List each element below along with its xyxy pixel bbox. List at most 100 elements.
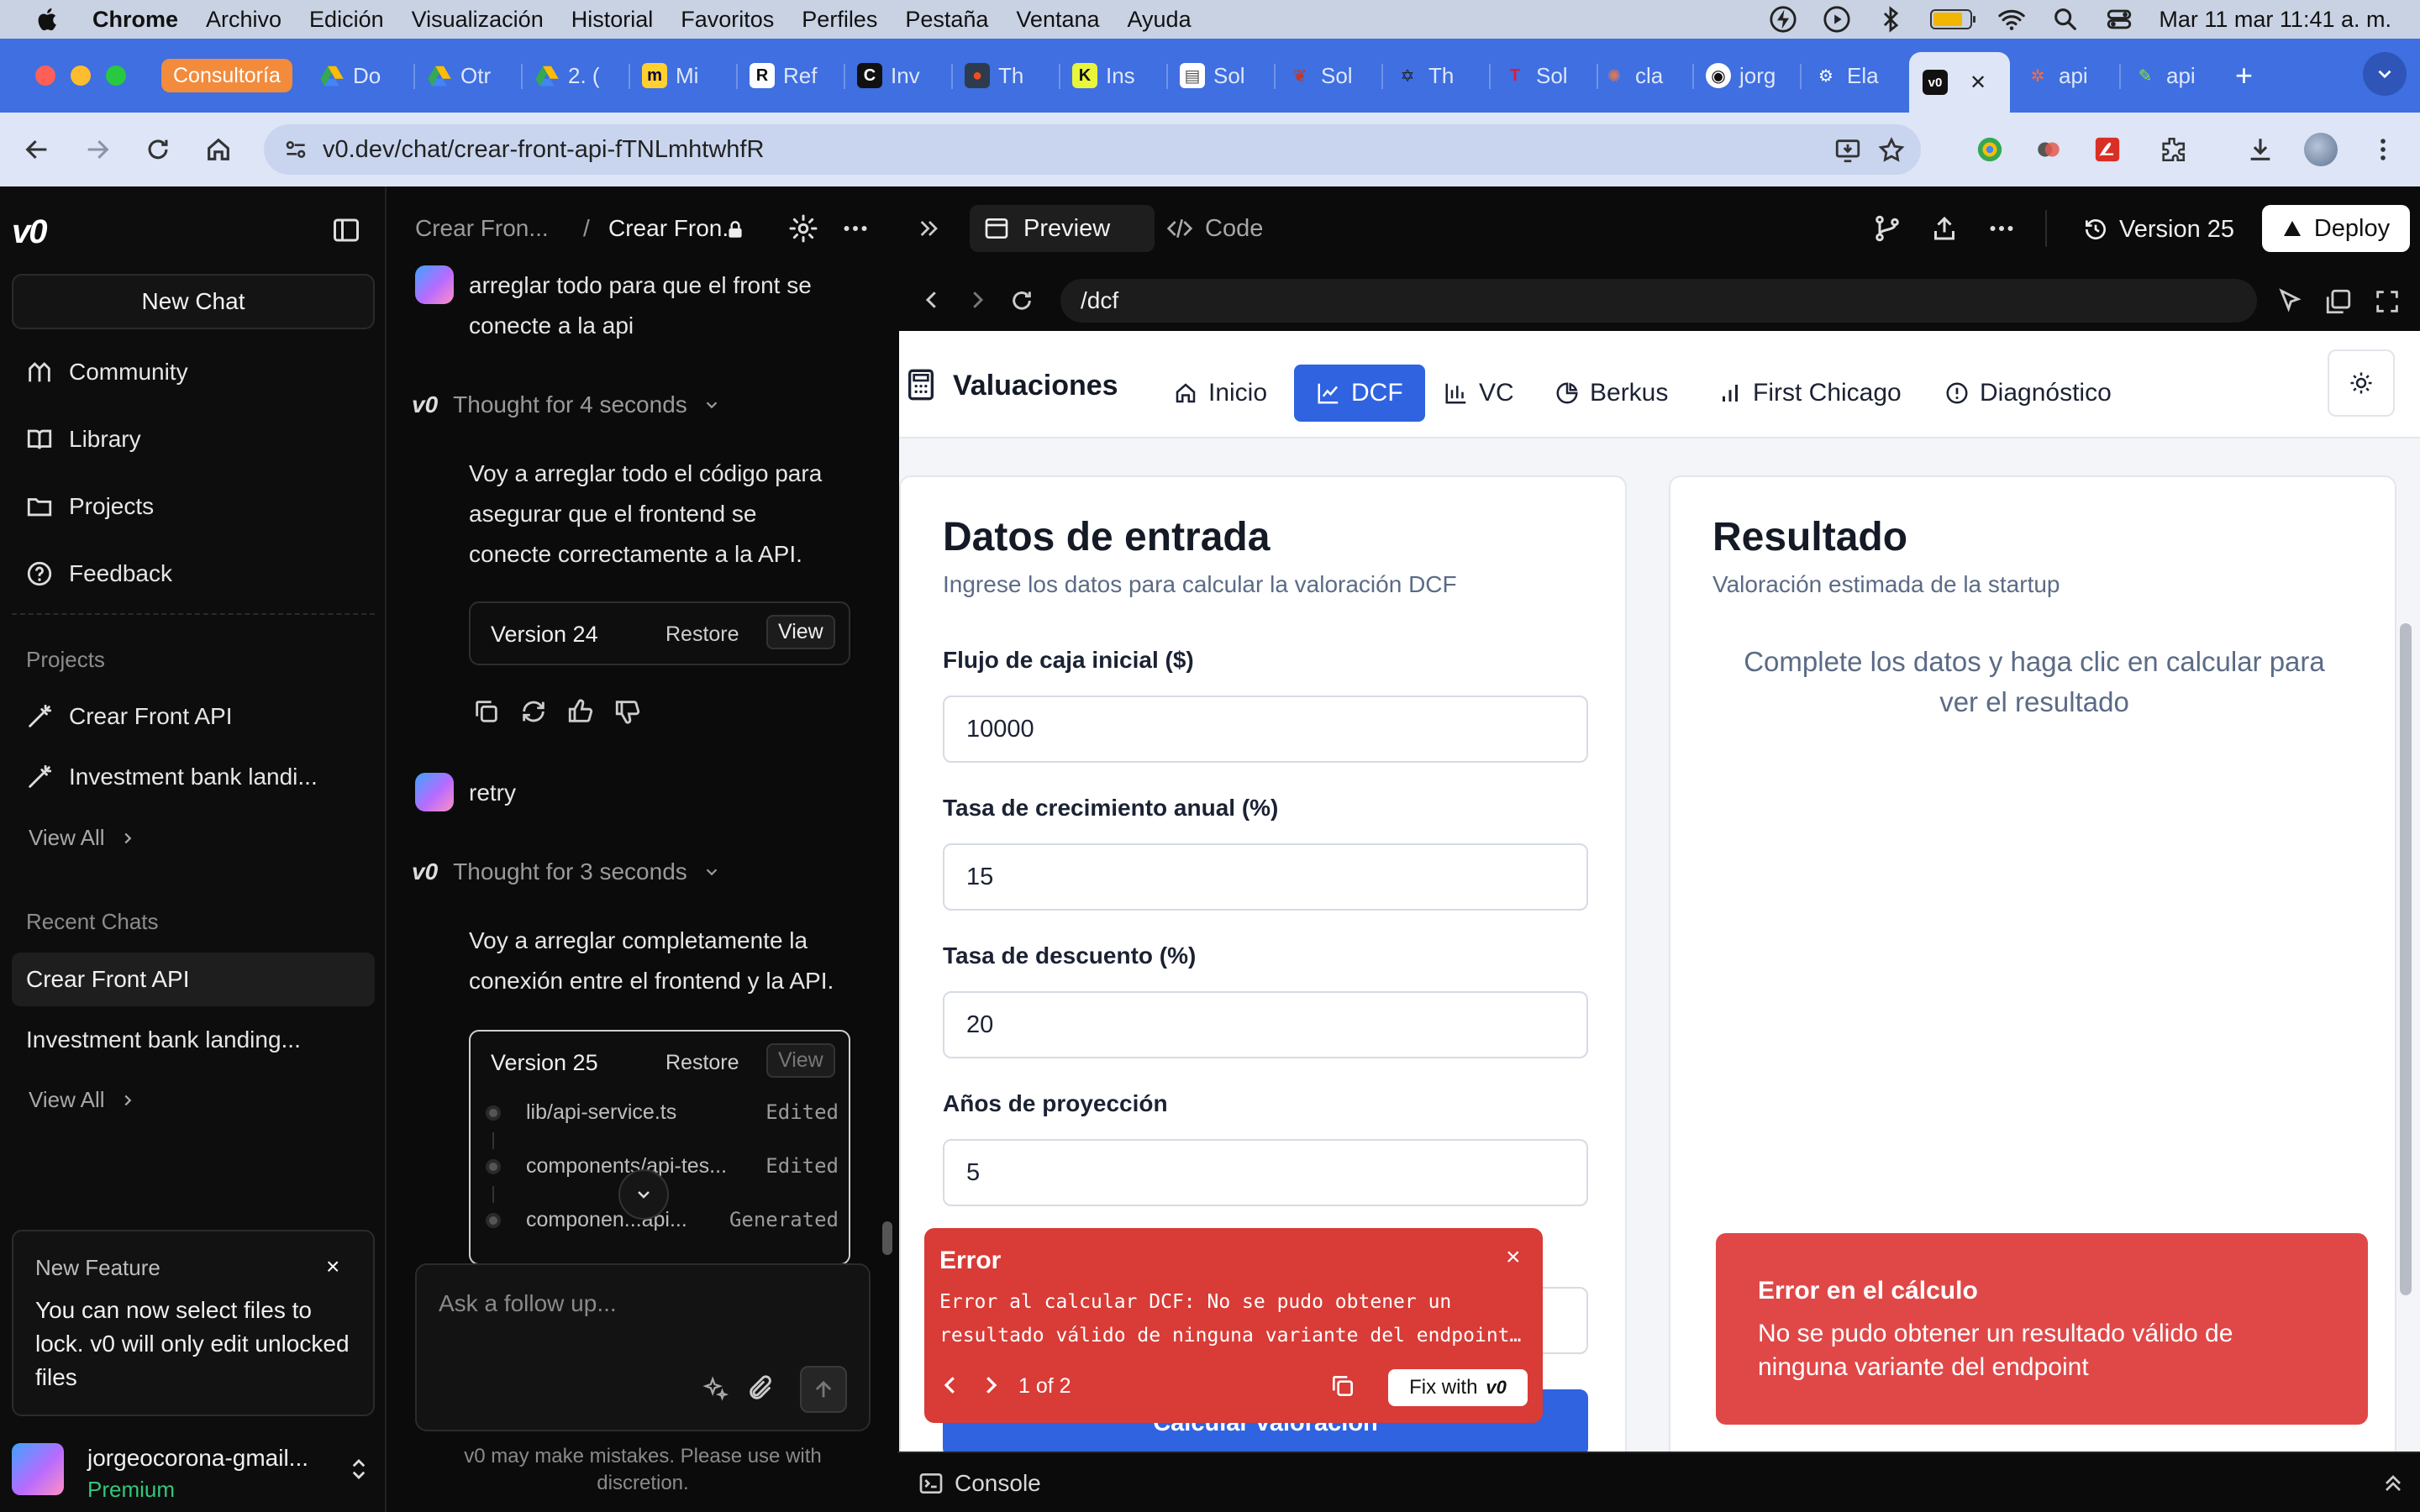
menu-pestana[interactable]: Pestaña	[905, 7, 988, 33]
sidebar-item-library[interactable]: Library	[25, 425, 141, 454]
chat-input-box[interactable]: Ask a follow up...	[415, 1263, 871, 1431]
projects-view-all-link[interactable]: View All	[29, 825, 137, 851]
tab-drive-2[interactable]: Otr	[427, 52, 511, 99]
tab-miro[interactable]: m Mi	[642, 52, 726, 99]
downloads-icon[interactable]	[2242, 131, 2279, 168]
menubar-clock[interactable]: Mar 11 mar 11:41 a. m.	[2159, 7, 2391, 33]
site-nav-berkus[interactable]: Berkus	[1555, 365, 1668, 422]
chat-input-placeholder[interactable]: Ask a follow up...	[439, 1290, 617, 1317]
window-minimize-button[interactable]	[71, 66, 91, 86]
tab-th-1[interactable]: ● Th	[965, 52, 1049, 99]
expand-console-icon[interactable]	[2380, 1470, 2407, 1497]
control-center-icon[interactable]	[2105, 5, 2133, 34]
new-chat-button[interactable]: New Chat	[12, 274, 375, 329]
settings-gear-icon[interactable]	[788, 213, 818, 244]
more-options-icon[interactable]	[1986, 213, 2017, 244]
collapse-chevrons-icon[interactable]	[916, 215, 943, 242]
view-button[interactable]: View	[766, 615, 835, 649]
tab-api-2[interactable]: ✎ api	[2133, 52, 2217, 99]
git-branch-icon[interactable]	[1872, 213, 1902, 244]
new-tab-button[interactable]: +	[2235, 52, 2277, 99]
fullscreen-icon[interactable]	[2373, 287, 2402, 316]
regenerate-icon[interactable]	[519, 697, 548, 726]
bolt-status-icon[interactable]	[1769, 5, 1797, 34]
user-name[interactable]: jorgeocorona-gmail...	[87, 1445, 308, 1472]
sidebar-item-projects[interactable]: Projects	[25, 492, 154, 521]
project-item-crear-front-api[interactable]: Crear Front API	[25, 702, 233, 731]
back-button[interactable]	[17, 129, 57, 170]
tab-drive-3[interactable]: 2. (	[534, 52, 618, 99]
window-close-button[interactable]	[35, 66, 55, 86]
cash-flow-input[interactable]: 10000	[943, 696, 1588, 763]
version-history-button[interactable]: Version 25	[2082, 208, 2234, 250]
theme-toggle-button[interactable]	[2328, 349, 2395, 417]
site-brand[interactable]: Valuaciones	[953, 370, 1118, 402]
tab-preview[interactable]: Preview	[970, 205, 1155, 252]
menu-historial[interactable]: Historial	[571, 7, 654, 33]
sidebar-item-feedback[interactable]: Feedback	[25, 559, 172, 588]
site-nav-first-chicago[interactable]: First Chicago	[1718, 365, 1902, 422]
view-button[interactable]: View	[766, 1043, 835, 1078]
spotlight-search-icon[interactable]	[2051, 5, 2080, 34]
error-prev-icon[interactable]	[938, 1373, 963, 1398]
site-nav-dcf[interactable]: DCF	[1294, 365, 1425, 422]
reload-button[interactable]	[138, 129, 178, 170]
menu-archivo[interactable]: Archivo	[206, 7, 281, 33]
site-nav-vc[interactable]: VC	[1444, 365, 1514, 422]
tab-elastic[interactable]: ⚙ Ela	[1813, 52, 1897, 99]
extension-pdf-icon[interactable]	[2089, 131, 2126, 168]
element-select-icon[interactable]	[2275, 287, 2304, 316]
error-next-icon[interactable]	[978, 1373, 1003, 1398]
extensions-puzzle-icon[interactable]	[2154, 131, 2191, 168]
share-upload-icon[interactable]	[1929, 213, 1960, 244]
recent-chat-active[interactable]: Crear Front API	[12, 953, 375, 1006]
v0-logo[interactable]: v0	[12, 213, 47, 251]
thumbs-up-icon[interactable]	[566, 697, 595, 726]
project-item-investment-bank[interactable]: Investment bank landi...	[25, 763, 318, 791]
chrome-menu-icon[interactable]	[2365, 131, 2402, 168]
growth-rate-input[interactable]: 15	[943, 843, 1588, 911]
site-nav-inicio[interactable]: Inicio	[1173, 365, 1267, 422]
tab-search-button[interactable]	[2363, 52, 2407, 96]
version-card-25[interactable]: Version 25 Restore View lib/api-service.…	[469, 1030, 850, 1265]
fix-with-v0-button[interactable]: Fix with v0	[1388, 1369, 1528, 1406]
bluetooth-icon[interactable]	[1876, 5, 1905, 34]
menu-perfiles[interactable]: Perfiles	[802, 7, 877, 33]
feature-close-icon[interactable]: ×	[326, 1253, 339, 1280]
home-button[interactable]	[198, 129, 239, 170]
menu-app-chrome[interactable]: Chrome	[92, 7, 178, 33]
tab-ref[interactable]: R Ref	[750, 52, 834, 99]
file-row[interactable]: lib/api-service.ts Edited	[486, 1097, 839, 1131]
profile-avatar[interactable]	[2302, 131, 2339, 168]
thought-toggle[interactable]: v0 Thought for 3 seconds	[412, 858, 721, 885]
tab-sol-2[interactable]: ❦ Sol	[1287, 52, 1371, 99]
console-label[interactable]: Console	[955, 1470, 1041, 1497]
url-text[interactable]: v0.dev/chat/crear-front-api-fTNLmhtwhfR	[323, 136, 764, 164]
site-nav-diagnostico[interactable]: Diagnóstico	[1944, 365, 2112, 422]
breadcrumb-project[interactable]: Crear Fron...	[415, 215, 549, 242]
tab-inv[interactable]: C Inv	[857, 52, 941, 99]
sidebar-item-community[interactable]: Community	[25, 358, 188, 386]
deploy-button[interactable]: Deploy	[2262, 205, 2410, 252]
sparkles-icon[interactable]	[701, 1374, 729, 1403]
wifi-icon[interactable]	[1997, 5, 2026, 34]
tab-api-1[interactable]: ✲ api	[2025, 52, 2109, 99]
recent-chat-item[interactable]: Investment bank landing...	[26, 1026, 301, 1053]
copy-icon[interactable]	[1329, 1373, 1356, 1399]
install-app-icon[interactable]	[1833, 136, 1862, 165]
tab-sol-1[interactable]: ▤ Sol	[1180, 52, 1264, 99]
tab-v0-active[interactable]: v0 ✕	[1909, 52, 2010, 113]
sidebar-toggle-icon[interactable]	[331, 215, 361, 245]
forward-button[interactable]	[77, 129, 118, 170]
paperclip-icon[interactable]	[746, 1374, 775, 1403]
tab-ins[interactable]: K Ins	[1072, 52, 1156, 99]
window-zoom-button[interactable]	[106, 66, 126, 86]
tab-drive-1[interactable]: Do	[319, 52, 403, 99]
tab-github[interactable]: ◉ jorg	[1706, 52, 1790, 99]
tab-claude[interactable]: ✺ cla	[1602, 52, 1686, 99]
preview-forward-icon[interactable]	[965, 287, 990, 312]
thumbs-down-icon[interactable]	[613, 697, 642, 726]
copy-icon[interactable]	[472, 697, 501, 726]
menu-edicion[interactable]: Edición	[309, 7, 384, 33]
console-bar[interactable]: Console	[897, 1452, 2420, 1512]
